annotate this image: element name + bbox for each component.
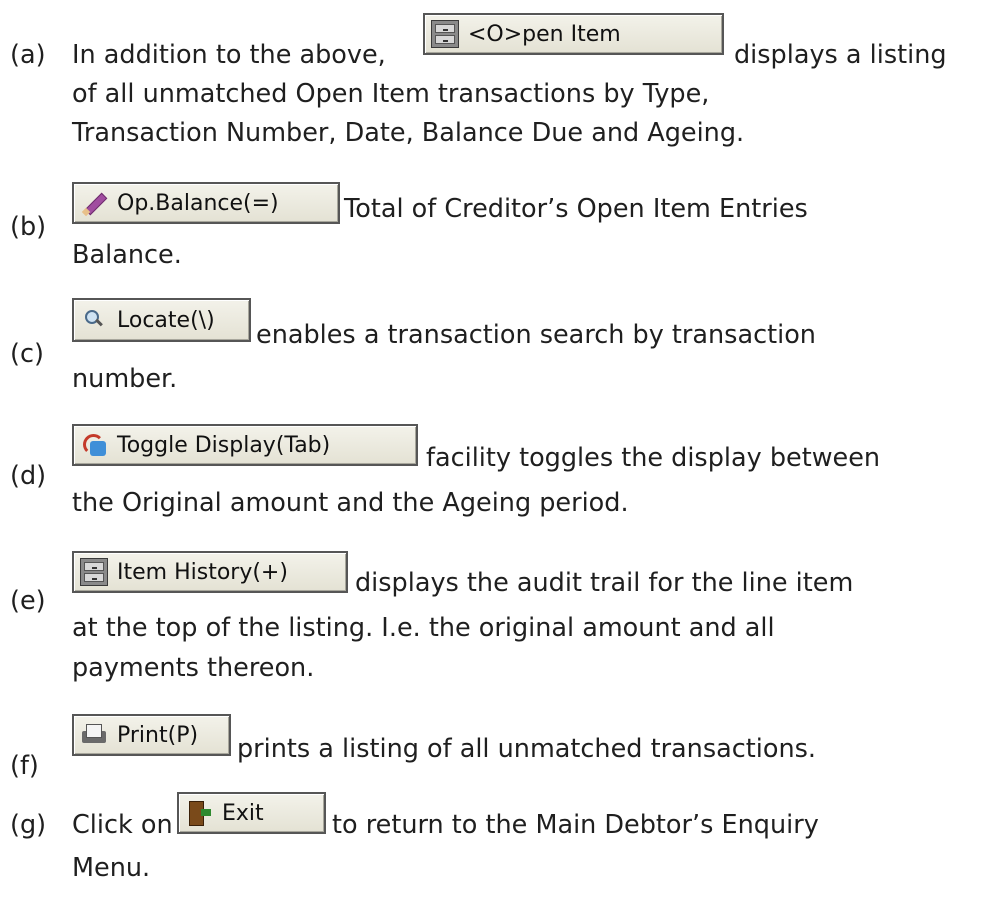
open-item-button-label: <O>pen Item (468, 21, 621, 47)
item-text-after: facility toggles the display between (426, 443, 881, 473)
item-text-after: Total of Creditor’s Open Item Entries (344, 194, 808, 224)
item-text-line: payments thereon. (72, 653, 315, 683)
cabinet-icon (80, 558, 108, 586)
toggle-display-button[interactable]: Toggle Display(Tab) (72, 424, 418, 466)
item-letter: (c) (10, 339, 44, 369)
item-letter: (d) (10, 461, 47, 491)
op-balance-button[interactable]: Op.Balance(=) (72, 182, 340, 224)
item-letter: (g) (10, 810, 47, 840)
print-button-label: Print(P) (117, 722, 199, 748)
item-letter: (f) (10, 751, 39, 781)
item-text-after: to return to the Main Debtor’s Enquiry (332, 810, 819, 840)
item-letter: (b) (10, 212, 47, 242)
item-history-button[interactable]: Item History(+) (72, 551, 348, 593)
toggle-display-button-label: Toggle Display(Tab) (117, 432, 331, 458)
item-history-button-label: Item History(+) (117, 559, 288, 585)
locate-button-label: Locate(\) (117, 307, 215, 333)
pen-icon (80, 189, 108, 217)
item-letter: (e) (10, 586, 46, 616)
exit-door-icon (185, 799, 213, 827)
exit-button-label: Exit (222, 800, 264, 826)
locate-button[interactable]: Locate(\) (72, 298, 251, 342)
item-text-line: number. (72, 364, 178, 394)
print-button[interactable]: Print(P) (72, 714, 231, 756)
item-text-line: Balance. (72, 240, 182, 270)
open-item-button[interactable]: <O>pen Item (423, 13, 724, 55)
magnifier-icon (80, 306, 108, 334)
item-text-after: displays the audit trail for the line it… (355, 568, 854, 598)
printer-icon (80, 721, 108, 749)
item-text-line: the Original amount and the Ageing perio… (72, 488, 629, 518)
item-text-after: prints a listing of all unmatched transa… (237, 734, 817, 764)
item-text-line: at the top of the listing. I.e. the orig… (72, 613, 775, 643)
op-balance-button-label: Op.Balance(=) (117, 190, 279, 216)
item-text-after: displays a listing (734, 40, 947, 70)
cabinet-icon (431, 20, 459, 48)
item-text-line: Menu. (72, 853, 151, 883)
item-text-line: of all unmatched Open Item transactions … (72, 79, 710, 109)
item-letter: (a) (10, 40, 46, 70)
exit-button[interactable]: Exit (177, 792, 326, 834)
item-text-before: In addition to the above, (72, 40, 386, 70)
toggle-icon (80, 431, 108, 459)
item-text-after: enables a transaction search by transact… (256, 320, 816, 350)
item-text-line: Transaction Number, Date, Balance Due an… (72, 118, 745, 148)
item-text-before: Click on (72, 810, 173, 840)
